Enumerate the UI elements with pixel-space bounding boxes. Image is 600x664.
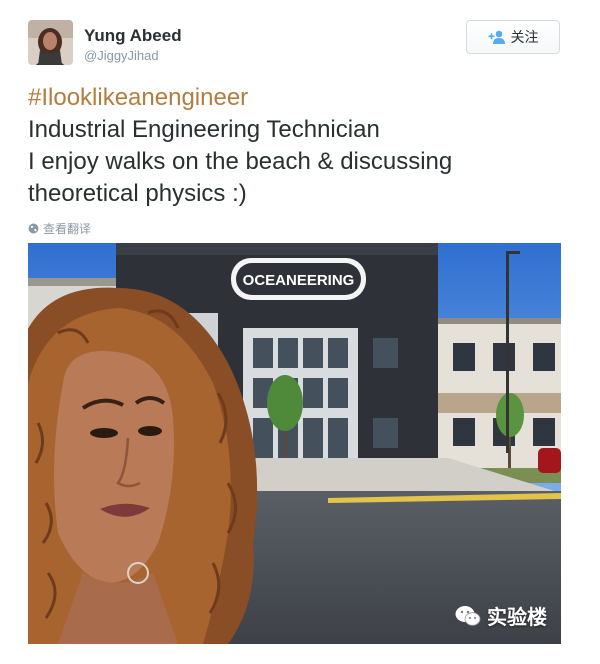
wechat-icon — [455, 605, 481, 626]
tweet-photo[interactable]: OCEANEERING 实验楼 — [28, 243, 561, 644]
tweet-line: theoretical physics :) — [28, 180, 247, 207]
display-name[interactable]: Yung Abeed — [84, 26, 182, 46]
username[interactable]: @JiggyJihad — [84, 48, 159, 63]
translate-label: 查看翻译 — [43, 222, 92, 236]
selfie-image: OCEANEERING — [28, 243, 561, 644]
add-user-icon — [488, 30, 505, 44]
follow-button[interactable]: 关注 — [466, 20, 560, 54]
globe-icon — [28, 223, 39, 234]
avatar[interactable] — [28, 20, 73, 65]
tweet-line: I enjoy walks on the beach & discussing — [28, 148, 453, 175]
tweet-text: #Ilooklikeanengineer Industrial Engineer… — [28, 82, 573, 210]
watermark-label: 实验楼 — [487, 607, 547, 629]
watermark: 实验楼 — [455, 601, 547, 630]
building-sign: OCEANEERING — [243, 272, 355, 289]
follow-button-label: 关注 — [510, 29, 539, 45]
tweet-line: Industrial Engineering Technician — [28, 116, 380, 143]
translate-link[interactable]: 查看翻译 — [28, 220, 91, 237]
hashtag-link[interactable]: #Ilooklikeanengineer — [28, 82, 573, 114]
